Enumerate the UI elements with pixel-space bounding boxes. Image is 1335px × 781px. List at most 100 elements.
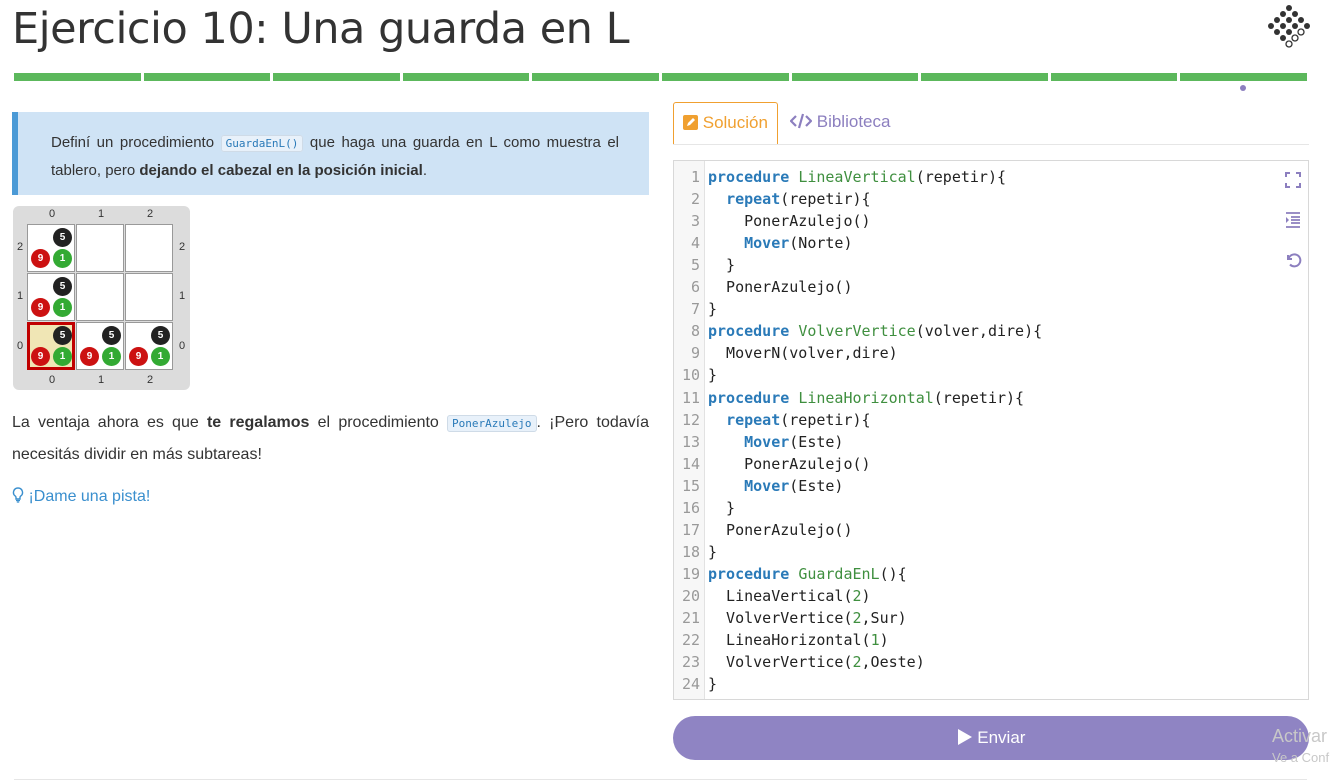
tab-biblioteca[interactable]: Biblioteca [788,102,890,144]
code-text[interactable]: PonerAzulejo() [708,453,870,475]
hint-link[interactable]: ¡Dame una pista! [12,487,150,506]
progress-bar [14,73,1307,81]
progress-segment [532,73,659,81]
line-number: 17 [681,520,700,539]
green-ball: 1 [151,347,170,366]
line-number: 18 [681,542,700,561]
board-cell-head: 591 [27,322,75,370]
red-ball: 9 [31,298,50,317]
line-number: 1 [690,168,700,186]
line-number: 13 [681,432,700,451]
play-icon [957,729,972,745]
row-label: 1 [178,290,186,302]
code-text[interactable]: } [708,673,717,695]
code-icon [789,113,813,129]
line-number: 16 [681,498,700,517]
code-text[interactable]: procedure VolverVertice(volver,dire){ [708,320,1042,342]
submit-button[interactable]: Enviar [673,716,1309,760]
code-text[interactable]: LineaVertical(2) [708,585,871,607]
statement-bold: dejando el cabezal en la posición inicia… [139,162,423,179]
progress-segment [14,73,141,81]
col-label: 1 [97,208,105,220]
code-text[interactable]: procedure GuardaEnL(){ [708,563,907,585]
code-text[interactable]: repeat(repetir){ [708,188,871,210]
progress-segment [1050,73,1178,81]
board-cell [125,273,173,321]
red-ball: 9 [31,249,50,268]
code-text[interactable]: VolverVertice(2,Oeste) [708,651,925,673]
row-label: 0 [16,340,24,352]
line-number: 3 [690,212,700,231]
col-label: 0 [48,374,56,386]
code-text[interactable]: } [708,497,735,519]
code-text[interactable]: Mover(Este) [708,431,843,453]
exercise-statement: Definí un procedimiento GuardaEnL() que … [12,112,649,195]
code-text[interactable]: LineaHorizontal(1) [708,629,889,651]
tab-solucion[interactable]: Solución [673,102,778,144]
line-number: 14 [681,454,700,473]
black-ball: 5 [53,277,72,296]
code-text[interactable]: repeat(repetir){ [708,409,871,431]
gobstones-logo-icon[interactable] [1266,4,1312,54]
progress-segment [791,73,919,81]
black-ball: 5 [151,326,170,345]
fullscreen-icon[interactable] [1283,170,1303,190]
red-ball: 9 [31,347,50,366]
code-text[interactable]: procedure LineaHorizontal(repetir){ [708,387,1024,409]
statement-text: el procedimiento [309,414,448,431]
line-number: 19 [681,564,700,583]
board-cell: 591 [27,224,75,272]
indent-icon[interactable] [1283,210,1303,230]
code-editor[interactable]: 1 procedure LineaVertical(repetir){ 2 repe… [673,160,1309,700]
code-text[interactable]: Mover(Norte) [708,232,852,254]
inline-code: GuardaEnL() [220,135,304,152]
edit-icon [683,115,698,130]
code-text[interactable]: } [708,541,717,563]
undo-icon[interactable] [1283,250,1303,270]
line-number: 11 [681,388,700,407]
code-text[interactable]: Mover(Este) [708,475,843,497]
code-text[interactable]: procedure LineaVertical(repetir){ [708,166,1006,188]
board-cell [76,273,124,321]
col-label: 0 [48,208,56,220]
tab-divider [673,144,1309,145]
code-text[interactable]: } [708,298,717,320]
col-label: 2 [146,208,154,220]
green-ball: 1 [53,249,72,268]
line-number: 9 [690,344,700,363]
row-label: 2 [16,241,24,253]
statement-text: La ventaja ahora es que [12,414,207,431]
statement-bold: te regalamos [206,414,310,431]
code-text[interactable]: } [708,254,735,276]
green-ball: 1 [102,347,121,366]
progress-segment [1180,73,1307,81]
line-number: 6 [690,278,700,297]
green-ball: 1 [53,298,72,317]
statement-text: . [422,162,427,179]
line-number: 8 [690,322,700,341]
col-label: 1 [97,374,105,386]
code-text[interactable]: PonerAzulejo() [708,519,852,541]
black-ball: 5 [102,326,121,345]
activation-watermark-sub: Ve a Conf [1272,750,1330,765]
board-cell: 591 [27,273,75,321]
code-text[interactable]: MoverN(volver,dire) [708,342,898,364]
code-text[interactable]: PonerAzulejo() [708,210,870,232]
code-text[interactable]: } [708,364,717,386]
line-number: 10 [681,366,700,385]
line-number: 15 [681,476,700,495]
line-number: 2 [690,190,700,209]
tab-label: Solución [702,113,768,132]
hint-label: ¡Dame una pista! [28,488,151,505]
lightbulb-icon [12,487,24,503]
line-number: 24 [681,675,700,694]
row-label: 2 [178,241,186,253]
code-text[interactable]: VolverVertice(2,Sur) [708,607,907,629]
board-cell: 591 [125,322,173,370]
line-number: 5 [690,256,700,275]
code-text[interactable]: PonerAzulejo() [708,276,852,298]
progress-indicator [1240,85,1246,91]
row-label: 1 [16,290,24,302]
red-ball: 9 [80,347,99,366]
progress-segment [143,73,271,81]
